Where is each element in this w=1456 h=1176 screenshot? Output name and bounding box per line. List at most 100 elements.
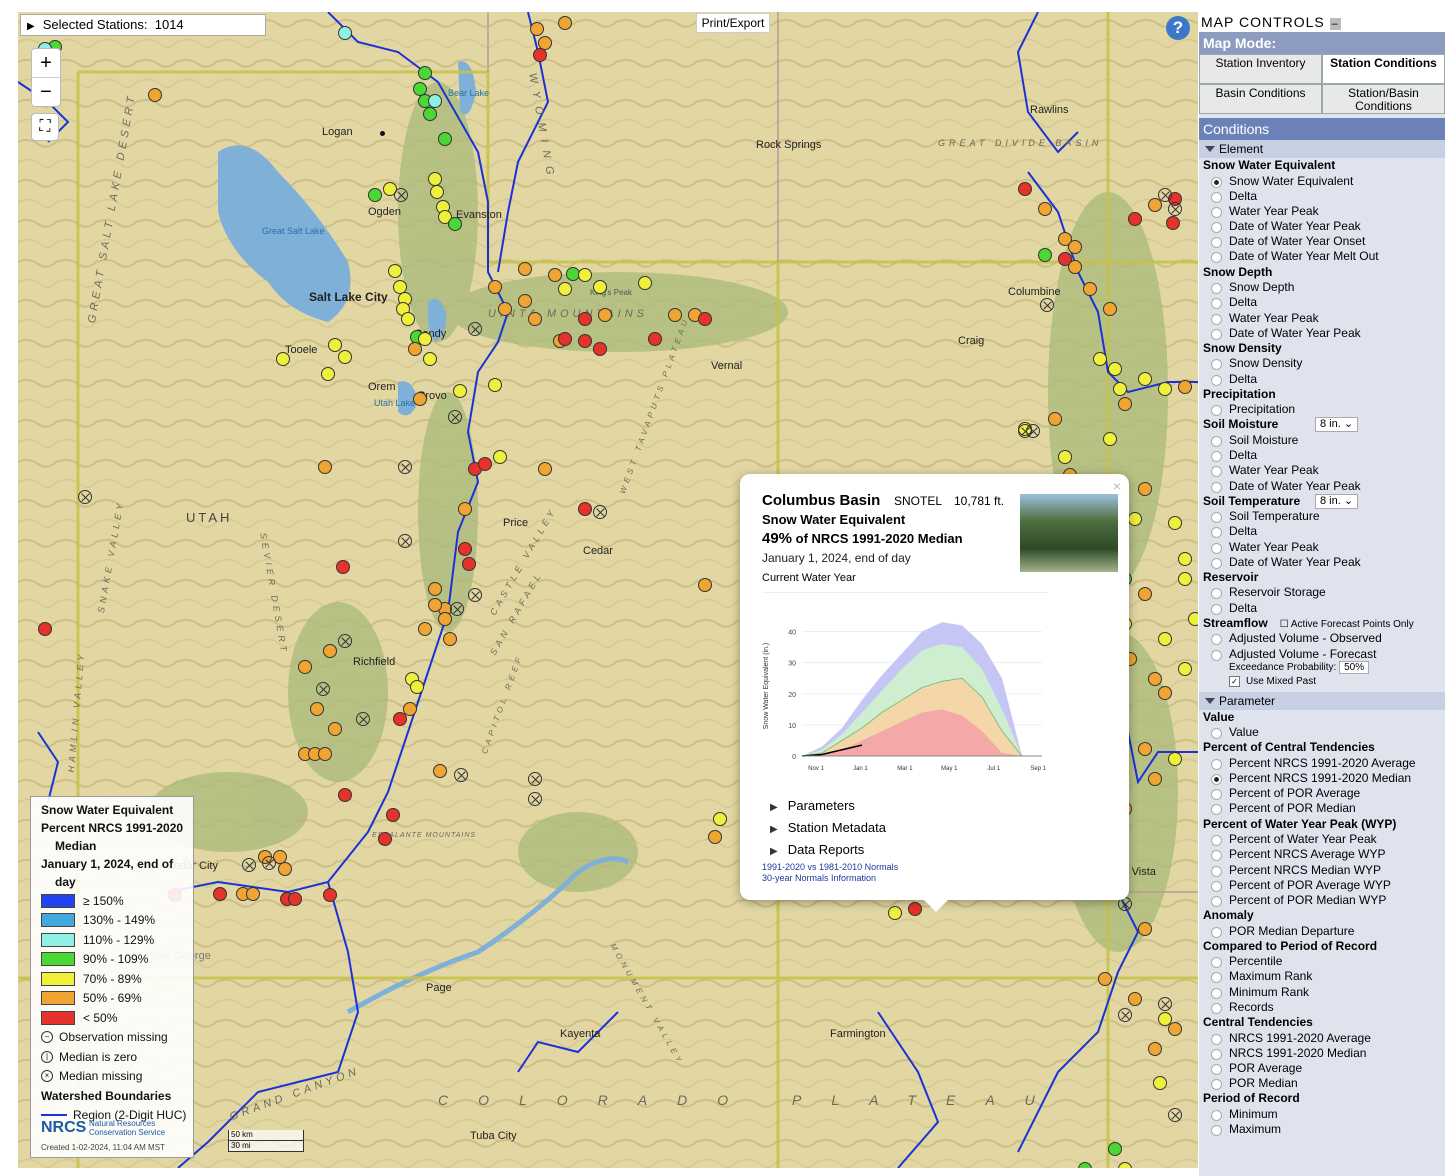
station-marker[interactable] — [1048, 412, 1062, 426]
station-marker[interactable] — [438, 132, 452, 146]
station-marker[interactable] — [288, 892, 302, 906]
station-marker[interactable] — [433, 764, 447, 778]
station-marker[interactable] — [423, 107, 437, 121]
station-marker[interactable] — [410, 680, 424, 694]
checkbox-checked-icon[interactable]: ✓ — [1229, 675, 1240, 687]
station-marker[interactable] — [388, 264, 402, 278]
station-marker[interactable] — [593, 280, 607, 294]
station-marker[interactable] — [338, 350, 352, 364]
map-controls-panel[interactable]: MAP CONTROLS – Map Mode: Station Invento… — [1199, 12, 1445, 1176]
station-marker[interactable] — [698, 312, 712, 326]
radio-option[interactable]: Minimum — [1199, 1107, 1445, 1122]
station-marker[interactable] — [428, 582, 442, 596]
station-marker[interactable] — [1188, 612, 1198, 626]
radio-option[interactable]: Date of Water Year Peak — [1199, 326, 1445, 341]
station-marker[interactable] — [668, 308, 682, 322]
depth-select[interactable]: 8 in. ⌄ — [1315, 493, 1359, 509]
parameter-options[interactable]: Value Value Percent of Central Tendencies P… — [1199, 710, 1445, 1137]
radio-option[interactable]: POR Median — [1199, 1076, 1445, 1091]
station-marker-median-missing[interactable] — [242, 858, 256, 872]
station-marker[interactable] — [336, 560, 350, 574]
station-marker[interactable] — [1108, 1142, 1122, 1156]
radio-option[interactable]: Snow Water Equivalent — [1199, 174, 1445, 189]
station-marker[interactable] — [538, 462, 552, 476]
normals-comparison-link[interactable]: 1991-2020 vs 1981-2010 Normals — [762, 862, 898, 872]
station-marker[interactable] — [578, 502, 592, 516]
station-marker-median-missing[interactable] — [78, 490, 92, 504]
station-marker[interactable] — [318, 460, 332, 474]
station-marker[interactable] — [328, 722, 342, 736]
station-marker[interactable] — [493, 450, 507, 464]
station-marker[interactable] — [1168, 516, 1182, 530]
radio-option[interactable]: Minimum Rank — [1199, 985, 1445, 1000]
station-marker-median-missing[interactable] — [593, 505, 607, 519]
use-mixed-row[interactable]: ✓ Use Mixed Past — [1199, 675, 1445, 692]
station-marker[interactable] — [246, 887, 260, 901]
station-marker[interactable] — [428, 94, 442, 108]
station-marker[interactable] — [318, 747, 332, 761]
station-marker[interactable] — [530, 22, 544, 36]
station-popup[interactable]: × Columbus Basin SNOTEL 10,781 ft. Snow … — [740, 474, 1129, 912]
station-marker[interactable] — [462, 557, 476, 571]
station-marker[interactable] — [498, 302, 512, 316]
station-marker[interactable] — [338, 26, 352, 40]
radio-option[interactable]: Snow Density — [1199, 356, 1445, 371]
station-marker[interactable] — [713, 812, 727, 826]
station-marker-median-missing[interactable] — [394, 188, 408, 202]
station-marker[interactable] — [528, 312, 542, 326]
station-marker[interactable] — [1138, 742, 1152, 756]
station-marker[interactable] — [298, 660, 312, 674]
station-marker[interactable] — [598, 308, 612, 322]
zoom-in-button[interactable]: + — [32, 49, 60, 78]
station-marker[interactable] — [648, 332, 662, 346]
station-marker[interactable] — [386, 808, 400, 822]
radio-option[interactable]: Adjusted Volume - Forecast — [1199, 647, 1445, 662]
radio-option[interactable]: Water Year Peak — [1199, 204, 1445, 219]
radio-option[interactable]: Percent of POR Median WYP — [1199, 893, 1445, 908]
radio-option[interactable]: Delta — [1199, 295, 1445, 310]
station-marker[interactable] — [328, 338, 342, 352]
station-marker[interactable] — [368, 188, 382, 202]
radio-option[interactable]: Soil Moisture — [1199, 433, 1445, 448]
station-marker[interactable] — [1083, 282, 1097, 296]
fullscreen-icon[interactable]: ⛶ — [31, 113, 59, 141]
help-icon[interactable]: ? — [1166, 16, 1190, 40]
zoom-out-button[interactable]: − — [32, 78, 60, 106]
radio-option[interactable]: Snow Depth — [1199, 280, 1445, 295]
station-marker[interactable] — [478, 457, 492, 471]
station-marker[interactable] — [558, 16, 572, 30]
station-marker[interactable] — [888, 906, 902, 920]
station-marker-median-missing[interactable] — [1040, 298, 1054, 312]
station-marker[interactable] — [321, 367, 335, 381]
radio-option[interactable]: Water Year Peak — [1199, 463, 1445, 478]
station-marker[interactable] — [488, 280, 502, 294]
radio-option[interactable]: Percent of Water Year Peak — [1199, 832, 1445, 847]
station-marker[interactable] — [38, 622, 52, 636]
station-marker[interactable] — [1168, 1022, 1182, 1036]
active-forecast-checkbox[interactable]: ☐ Active Forecast Points Only — [1280, 619, 1414, 630]
station-marker[interactable] — [1038, 202, 1052, 216]
station-marker[interactable] — [458, 542, 472, 556]
station-marker[interactable] — [1128, 992, 1142, 1006]
radio-option[interactable]: Soil Temperature — [1199, 509, 1445, 524]
station-marker[interactable] — [418, 66, 432, 80]
radio-option[interactable]: NRCS 1991-2020 Average — [1199, 1031, 1445, 1046]
accordion-data-reports[interactable]: ▶ Data Reports — [770, 842, 864, 857]
station-marker[interactable] — [1148, 772, 1162, 786]
station-marker[interactable] — [1158, 632, 1172, 646]
station-marker[interactable] — [1138, 922, 1152, 936]
radio-option[interactable]: Delta — [1199, 448, 1445, 463]
radio-option[interactable]: Percent NRCS Median WYP — [1199, 863, 1445, 878]
element-section-header[interactable]: Element — [1199, 140, 1445, 158]
station-marker[interactable] — [1128, 512, 1142, 526]
station-marker[interactable] — [278, 862, 292, 876]
station-marker-median-missing[interactable] — [398, 460, 412, 474]
radio-option[interactable]: Records — [1199, 1000, 1445, 1015]
radio-option[interactable]: Reservoir Storage — [1199, 585, 1445, 600]
station-marker[interactable] — [1178, 380, 1192, 394]
radio-option[interactable]: NRCS 1991-2020 Median — [1199, 1046, 1445, 1061]
station-marker[interactable] — [518, 294, 532, 308]
radio-option[interactable]: Maximum — [1199, 1122, 1445, 1137]
station-marker-median-missing[interactable] — [448, 410, 462, 424]
radio-option[interactable]: Date of Water Year Peak — [1199, 219, 1445, 234]
